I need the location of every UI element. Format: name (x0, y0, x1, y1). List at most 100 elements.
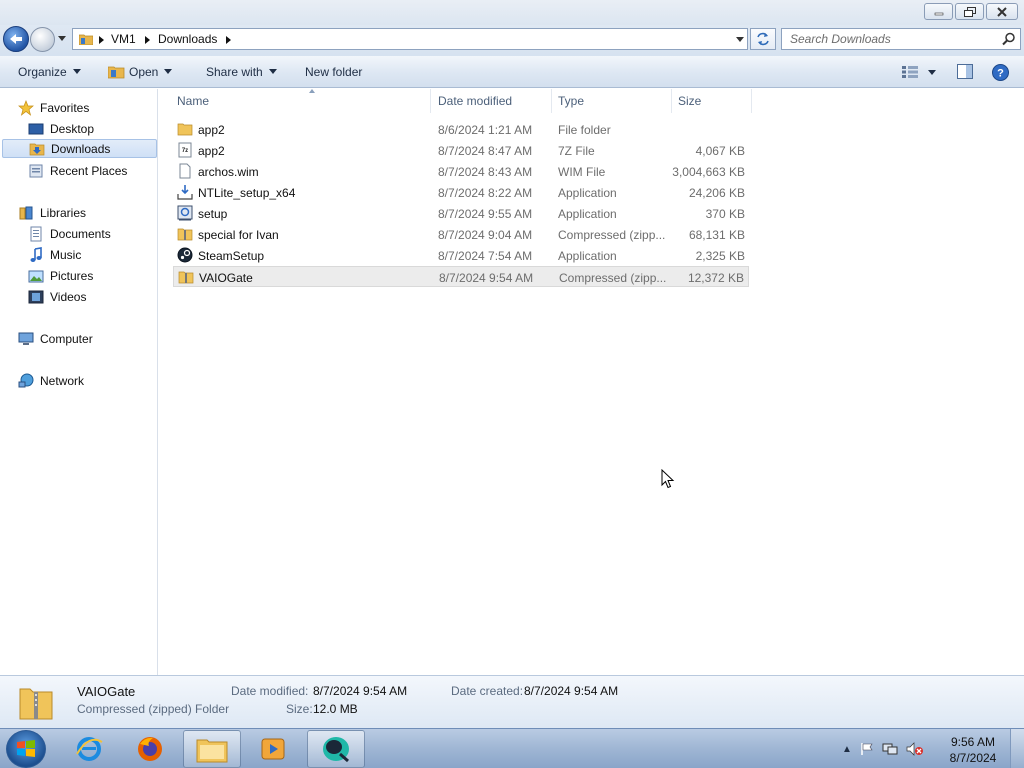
view-options-dropdown[interactable] (928, 70, 936, 75)
sort-ascending-icon (309, 89, 315, 93)
documents-icon (30, 226, 42, 241)
nav-network[interactable]: Network (18, 371, 84, 390)
nav-computer[interactable]: Computer (18, 329, 93, 348)
share-with-button[interactable]: Share with (206, 65, 277, 79)
file-date: 8/7/2024 7:54 AM (438, 249, 533, 263)
breadcrumb-vm1[interactable]: VM1 (111, 32, 136, 46)
taskbar-media-player[interactable] (244, 730, 302, 768)
recent-pages-dropdown[interactable] (58, 36, 66, 41)
steam-icon (177, 247, 193, 263)
address-bar[interactable]: VM1 Downloads (72, 28, 748, 50)
file-size: 68,131 KB (688, 228, 745, 242)
nav-desktop-label: Desktop (50, 121, 95, 136)
file-row-selected[interactable]: VAIOGate 8/7/2024 9:54 AM Compressed (zi… (173, 266, 749, 287)
new-folder-button[interactable]: New folder (305, 65, 362, 79)
column-header-date-modified[interactable]: Date modified (432, 89, 552, 113)
details-file-type: Compressed (zipped) Folder (77, 702, 230, 716)
open-icon (108, 66, 125, 79)
taskbar-firefox[interactable] (121, 730, 179, 768)
clock-date: 8/7/2024 (949, 751, 997, 765)
file-size: 4,067 KB (695, 144, 745, 158)
taskbar-app[interactable] (307, 730, 365, 768)
show-hidden-icons-icon[interactable]: ▲ (842, 744, 852, 755)
breadcrumb-downloads[interactable]: Downloads (158, 32, 217, 46)
forward-button[interactable] (30, 27, 55, 52)
details-pane: VAIOGate Compressed (zipped) Folder Date… (0, 675, 1024, 728)
nav-videos[interactable]: Videos (28, 287, 86, 306)
recent-places-icon (29, 164, 43, 177)
folder-icon (79, 34, 93, 45)
file-name: app2 (198, 123, 225, 137)
search-input[interactable] (782, 29, 992, 49)
breadcrumb-separator[interactable] (145, 36, 150, 44)
file-row[interactable]: app2 8/6/2024 1:21 AM File folder (173, 119, 749, 140)
view-options-icon[interactable] (902, 66, 918, 78)
file-row[interactable]: special for Ivan 8/7/2024 9:04 AM Compre… (173, 224, 749, 245)
help-icon[interactable]: ? (992, 64, 1009, 81)
column-header-type[interactable]: Type (552, 89, 672, 113)
taskbar-clock[interactable]: 9:56 AM 8/7/2024 (946, 734, 1000, 766)
nav-recent-places-label: Recent Places (50, 163, 128, 178)
start-button[interactable] (6, 730, 46, 768)
star-icon (18, 99, 34, 116)
file-size: 370 KB (705, 207, 745, 221)
downloads-folder-icon (29, 143, 45, 155)
address-history-dropdown[interactable] (736, 37, 744, 42)
desktop-icon (28, 123, 44, 134)
nav-libraries[interactable]: Libraries (18, 203, 86, 222)
nav-recent-places[interactable]: Recent Places (28, 161, 127, 180)
breadcrumb-separator[interactable] (226, 36, 231, 44)
mouse-cursor-icon (661, 469, 675, 489)
back-button[interactable] (3, 26, 29, 52)
close-button[interactable] (986, 3, 1018, 20)
minimize-icon (934, 12, 943, 15)
file-row[interactable]: archos.wim 8/7/2024 8:43 AM WIM File 3,0… (173, 161, 749, 182)
file-row[interactable]: NTLite_setup_x64 8/7/2024 8:22 AM Applic… (173, 182, 749, 203)
column-header-size[interactable]: Size (672, 89, 752, 113)
7z-file-icon: 7z (178, 142, 192, 158)
nav-libraries-label: Libraries (40, 205, 87, 220)
libraries-icon (19, 206, 33, 219)
nav-pictures[interactable]: Pictures (28, 266, 93, 285)
minimize-button[interactable] (924, 3, 953, 20)
file-date: 8/7/2024 8:43 AM (438, 165, 533, 179)
nav-documents-label: Documents (50, 226, 111, 241)
restore-button[interactable] (955, 3, 984, 20)
nav-desktop[interactable]: Desktop (28, 119, 94, 138)
file-row[interactable]: 7z app2 8/7/2024 8:47 AM 7Z File 4,067 K… (173, 140, 749, 161)
file-date: 8/7/2024 9:04 AM (438, 228, 533, 242)
column-size-label: Size (678, 94, 702, 108)
action-center-flag-icon[interactable] (860, 742, 874, 756)
preview-pane-icon[interactable] (957, 64, 973, 79)
network-status-icon[interactable] (882, 742, 898, 756)
file-row[interactable]: setup 8/7/2024 9:55 AM Application 370 K… (173, 203, 749, 224)
windows-logo-icon (17, 740, 35, 757)
file-type: Compressed (zipp... (559, 271, 667, 285)
nav-documents[interactable]: Documents (28, 224, 111, 243)
nav-downloads[interactable]: Downloads (2, 139, 157, 158)
search-icon[interactable] (1002, 32, 1016, 46)
file-date: 8/7/2024 8:47 AM (438, 144, 533, 158)
breadcrumb-separator[interactable] (99, 36, 104, 44)
nav-music[interactable]: Music (28, 245, 81, 264)
organize-button[interactable]: Organize (18, 65, 81, 79)
taskbar-file-explorer[interactable] (183, 730, 241, 768)
taskbar-internet-explorer[interactable] (60, 730, 118, 768)
refresh-button[interactable] (750, 28, 776, 50)
nav-network-label: Network (40, 373, 85, 388)
videos-icon (28, 290, 44, 303)
open-button[interactable]: Open (129, 65, 173, 79)
setup-app-icon (177, 205, 193, 221)
file-date: 8/6/2024 1:21 AM (438, 123, 533, 137)
column-header-name[interactable]: Name (171, 89, 431, 113)
file-date: 8/7/2024 9:55 AM (438, 207, 533, 221)
file-row[interactable]: SteamSetup 8/7/2024 7:54 AM Application … (173, 245, 749, 266)
show-desktop-button[interactable] (1010, 729, 1024, 768)
search-box (781, 28, 1021, 50)
nav-favorites[interactable]: Favorites (18, 98, 89, 117)
close-icon (997, 6, 1007, 17)
volume-muted-icon[interactable] (906, 742, 924, 756)
file-type: 7Z File (558, 144, 595, 158)
clock-time: 9:56 AM (950, 735, 996, 749)
nav-music-label: Music (50, 247, 82, 262)
